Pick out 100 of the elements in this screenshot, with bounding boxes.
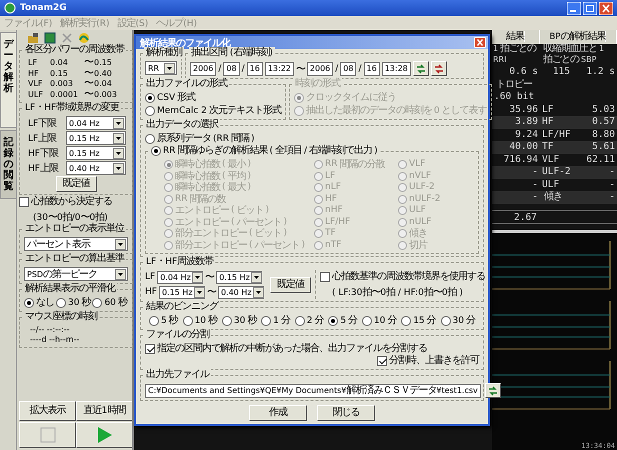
dropdown[interactable]: PSDの第一ピーク xyxy=(24,267,128,281)
path-field[interactable]: C:¥Documents and Settings¥QE¥My Documents¥解析済みＣＳＶデータ¥test1.csv xyxy=(145,384,481,398)
field-label: LF上限 xyxy=(28,132,58,145)
table-cell-text: ULF xyxy=(541,178,560,191)
table-cell-text: トロピー xyxy=(495,78,534,91)
table-cell: TF xyxy=(540,141,572,154)
time-button[interactable] xyxy=(412,61,429,76)
radio-button[interactable]: 30秒 xyxy=(222,315,256,327)
field-label: HF下限 xyxy=(28,147,60,160)
side-tab[interactable]: データ解析 xyxy=(0,32,16,128)
band-value: 0.04 xyxy=(50,58,69,68)
default-button[interactable]: 既定値 xyxy=(270,276,311,292)
panel-button[interactable]: 直近1時間 xyxy=(76,401,133,421)
table-cell: 5.61 xyxy=(572,141,617,154)
date-field[interactable]: 16 xyxy=(246,62,263,76)
table-cell: - xyxy=(492,166,540,178)
dropdown[interactable]: 0.40 Hz xyxy=(218,286,264,298)
separator-text: 〜 xyxy=(296,62,305,76)
date-field[interactable]: 08 xyxy=(340,62,356,76)
side-tab[interactable]: 記録の閲覧 xyxy=(0,130,16,199)
band-separator: 〜 xyxy=(84,68,94,79)
caret-icon xyxy=(113,162,124,174)
table-cell-text: 35.96 xyxy=(508,104,539,116)
close-icon xyxy=(474,37,486,48)
play-button[interactable] xyxy=(76,422,133,448)
field-label: LF下限 xyxy=(28,117,58,130)
table-cell-text: VLF xyxy=(541,154,560,166)
table-cell: 0.57 xyxy=(572,116,617,128)
dialog-button[interactable]: 閉じる xyxy=(317,405,375,421)
dropdown[interactable]: パーセント表示 xyxy=(24,237,128,251)
checkbox[interactable]: 分割時、上書きを許可 xyxy=(377,355,479,367)
band-value: 0.0001 xyxy=(50,90,79,100)
dropdown[interactable]: 0.15 Hz xyxy=(216,270,262,284)
close-icon xyxy=(599,2,613,14)
radio-button[interactable]: 15分 xyxy=(401,315,436,327)
radio-button[interactable]: 10分 xyxy=(362,315,396,327)
separator-text: / xyxy=(335,64,338,74)
panel-button[interactable]: 拡大表示 xyxy=(19,401,76,421)
dropdown[interactable]: 0.40 Hz xyxy=(66,161,126,175)
stop-button[interactable] xyxy=(19,422,76,448)
radio-button[interactable]: 10秒 xyxy=(182,315,218,327)
date-field[interactable]: 13:22 xyxy=(264,62,294,76)
app-icon xyxy=(4,2,16,14)
table-cell-text: 5.03 xyxy=(591,104,616,116)
field-label: HF xyxy=(145,287,157,297)
radio-button[interactable]: 5分 xyxy=(328,315,358,327)
time-text: --/-- --:--:-- xyxy=(29,325,70,335)
radio-button[interactable]: 2分 xyxy=(294,315,324,327)
table-cell: - xyxy=(492,191,540,204)
checkbox[interactable]: 指定の区間内で解析の中断があった場合、出力ファイルを分割する xyxy=(145,343,427,355)
group-title: 出力データの選択 xyxy=(144,119,220,131)
date-field[interactable]: 2006 xyxy=(190,62,216,76)
checkbox[interactable]: 心拍数から決定する xyxy=(19,196,112,208)
date-field[interactable]: 16 xyxy=(364,62,380,76)
group-title: LF・HF帯域境界の変更 xyxy=(23,102,122,114)
radio-button[interactable]: なし xyxy=(24,297,54,309)
radio-button[interactable]: CSV形式 xyxy=(145,92,281,104)
arrows-icon xyxy=(416,62,426,74)
date-field[interactable]: 2006 xyxy=(306,62,334,76)
dropdown[interactable]: 0.15 Hz xyxy=(66,131,126,145)
date-field[interactable]: 08 xyxy=(223,62,240,76)
minimize-icon xyxy=(567,2,581,14)
group-title: LF・HF周波数帯 xyxy=(144,256,216,268)
radio-button[interactable]: 1分 xyxy=(261,315,290,327)
caret-icon xyxy=(115,268,126,280)
table-cell-text: LF xyxy=(541,104,554,116)
table-cell-text: 0.6 s xyxy=(508,66,539,78)
band-separator: 〜 xyxy=(84,90,94,100)
dropdown[interactable]: 0.04 Hz xyxy=(66,116,126,130)
date-field[interactable]: 13:28 xyxy=(382,62,411,76)
time-button[interactable] xyxy=(430,61,447,76)
dialog-button[interactable]: 作成 xyxy=(249,405,307,421)
group-title: 結果のビンニング xyxy=(144,301,220,313)
radio-button[interactable]: 60秒 xyxy=(92,297,127,309)
separator-text: 〜 xyxy=(205,271,214,284)
dropdown[interactable]: 0.15 Hz xyxy=(158,286,205,298)
checkbox[interactable]: 心拍数基準の周波数帯境界を使用する xyxy=(320,270,485,282)
table-cell-text: 1拍ごとのRRI xyxy=(492,44,538,66)
radio-button[interactable]: 30秒 xyxy=(56,297,90,309)
time-text: ----d --h--m-- xyxy=(29,335,80,345)
note-text: ( LF:30拍〜0拍 / HF:0拍〜0拍 ) xyxy=(330,286,464,298)
band-name: LF xyxy=(28,58,38,68)
band-value: 0.003 xyxy=(94,90,118,100)
radio-button[interactable]: 30分 xyxy=(440,315,475,327)
table-cell-text: 62.11 xyxy=(585,154,616,166)
group-title: 各区分パワーの周波数帯 xyxy=(23,44,126,56)
dropdown[interactable]: 0.15 Hz xyxy=(66,146,126,160)
band-value: 0.003 xyxy=(50,79,74,90)
default-button[interactable]: 既定値 xyxy=(56,176,96,192)
group-title: エントロピーの表示単位 xyxy=(23,223,126,235)
group-title: 出力先ファイル xyxy=(144,369,211,381)
caret-icon xyxy=(115,238,126,250)
dropdown[interactable]: 0.04 Hz xyxy=(157,270,204,284)
radio-button[interactable]: 5秒 xyxy=(149,315,178,327)
browse-button[interactable] xyxy=(484,383,501,398)
square-icon xyxy=(40,427,56,443)
table-cell: 3.89 xyxy=(492,116,540,128)
table-cell-text: 716.94 xyxy=(502,154,539,166)
dropdown[interactable]: RR xyxy=(145,61,177,75)
table-cell-text: 9.24 xyxy=(514,128,539,141)
